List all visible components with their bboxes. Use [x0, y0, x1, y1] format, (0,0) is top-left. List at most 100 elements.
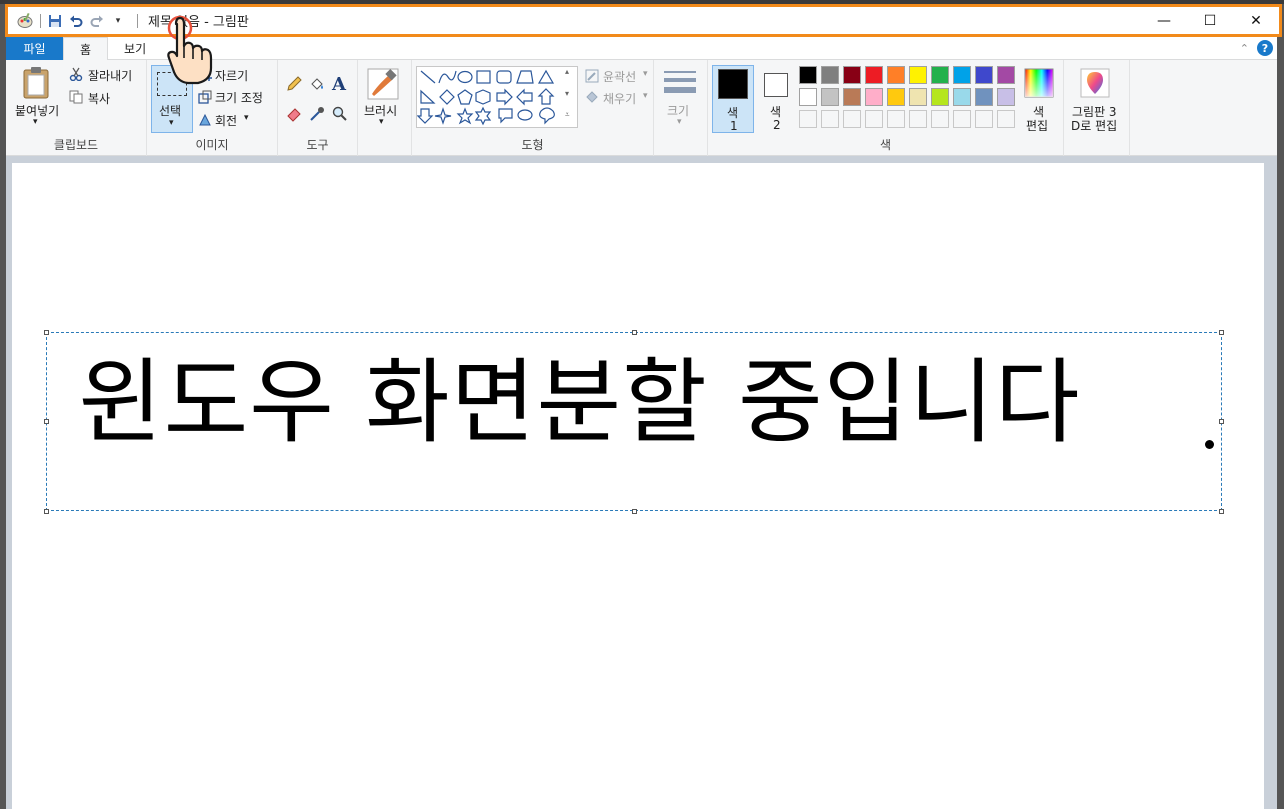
undo-icon[interactable] — [68, 13, 84, 29]
magnifier-icon[interactable] — [332, 106, 348, 125]
collapse-ribbon-icon[interactable]: ⌃ — [1240, 42, 1249, 55]
scissors-icon[interactable] — [69, 67, 83, 84]
palette-swatch[interactable] — [953, 88, 971, 106]
palette-swatch[interactable] — [821, 66, 839, 84]
selection-handle[interactable] — [1219, 419, 1224, 424]
palette-swatch[interactable] — [799, 66, 817, 84]
selection-handle[interactable] — [1219, 330, 1224, 335]
crop-button[interactable]: 자르기 — [215, 67, 248, 84]
edit-colors-icon[interactable] — [1024, 68, 1054, 101]
tab-file[interactable]: 파일 — [6, 36, 63, 60]
size-icon[interactable] — [664, 70, 696, 99]
selection-handle[interactable] — [44, 509, 49, 514]
color1-button[interactable]: 색 1 — [712, 65, 754, 133]
resize-icon[interactable] — [198, 90, 212, 107]
customize-toolbar-icon[interactable]: ▾ — [110, 13, 126, 29]
pencil-icon[interactable] — [286, 76, 302, 95]
custom-color-swatch[interactable] — [997, 110, 1015, 128]
resize-button[interactable]: 크기 조정 — [215, 89, 263, 106]
palette-swatch[interactable] — [865, 66, 883, 84]
selection-handle[interactable] — [632, 509, 637, 514]
fill-bucket-icon[interactable] — [309, 76, 325, 95]
palette-swatch[interactable] — [843, 88, 861, 106]
shapes-scroll-up-icon[interactable]: ▴ — [565, 67, 569, 76]
custom-color-swatch[interactable] — [887, 110, 905, 128]
paint-app-icon[interactable] — [16, 12, 34, 30]
canvas-text[interactable]: 윈도우 화면분할 중입니다 — [78, 352, 1081, 453]
palette-swatch[interactable] — [909, 88, 927, 106]
palette-swatch[interactable] — [997, 88, 1015, 106]
shapes-icons[interactable] — [416, 67, 577, 127]
custom-color-swatch[interactable] — [953, 110, 971, 128]
outline-dropdown-icon[interactable]: ▾ — [643, 69, 648, 79]
outline-icon[interactable] — [585, 69, 599, 86]
rotate-button[interactable]: 회전 — [215, 112, 237, 129]
custom-color-swatch[interactable] — [799, 110, 817, 128]
size-group: 크기 ▾ — [654, 60, 708, 156]
maximize-button[interactable]: ☐ — [1187, 7, 1233, 34]
tab-home[interactable]: 홈 — [63, 36, 109, 61]
fill-dropdown-icon[interactable]: ▾ — [643, 91, 648, 101]
custom-color-swatch[interactable] — [843, 110, 861, 128]
redo-icon[interactable] — [89, 13, 105, 29]
help-icon[interactable]: ? — [1257, 40, 1273, 56]
fill-button[interactable]: 채우기 — [603, 90, 636, 107]
color2-button[interactable]: 색 2 — [760, 65, 798, 133]
palette-swatch[interactable] — [821, 88, 839, 106]
brushes-group: 브러시 ▾ — [358, 60, 412, 156]
tab-view[interactable]: 보기 — [108, 37, 162, 60]
size-dropdown-icon[interactable]: ▾ — [677, 117, 682, 127]
palette-swatch[interactable] — [909, 66, 927, 84]
brushes-dropdown-icon[interactable]: ▾ — [379, 117, 384, 127]
brush-icon[interactable] — [367, 68, 399, 103]
paint3d-icon[interactable] — [1080, 68, 1110, 101]
custom-color-swatch[interactable] — [865, 110, 883, 128]
select-label: 선택 — [159, 104, 182, 118]
eraser-icon[interactable] — [286, 106, 302, 125]
palette-swatch[interactable] — [887, 66, 905, 84]
palette-swatch[interactable] — [843, 66, 861, 84]
desktop-right-edge — [1277, 4, 1284, 809]
cut-button[interactable]: 잘라내기 — [88, 67, 132, 84]
paste-icon[interactable] — [22, 66, 52, 103]
color-picker-icon[interactable] — [309, 106, 325, 125]
close-button[interactable]: ✕ — [1233, 7, 1279, 34]
selection-handle[interactable] — [1219, 509, 1224, 514]
outline-button[interactable]: 윤곽선 — [603, 68, 636, 85]
paste-dropdown-icon[interactable]: ▾ — [33, 117, 38, 127]
color1-swatch — [718, 69, 748, 99]
rotate-dropdown-icon[interactable]: ▾ — [244, 113, 249, 123]
palette-swatch[interactable] — [799, 88, 817, 106]
custom-color-swatch[interactable] — [909, 110, 927, 128]
text-cursor-dot — [1205, 440, 1214, 449]
paint3d-button[interactable]: D로 편집 — [1071, 117, 1117, 134]
paint3d-group: 그림판 3 D로 편집 — [1064, 60, 1130, 156]
shapes-expand-icon[interactable]: ⩡ — [565, 110, 570, 120]
save-icon[interactable] — [47, 13, 63, 29]
palette-swatch[interactable] — [997, 66, 1015, 84]
selection-handle[interactable] — [632, 330, 637, 335]
palette-swatch[interactable] — [975, 88, 993, 106]
text-tool-icon[interactable]: A — [332, 74, 346, 95]
shapes-group: ▴ ▾ ⩡ 윤곽선 ▾ 채우기 ▾ 도형 — [412, 60, 654, 156]
edit-colors-button[interactable]: 편집 — [1026, 117, 1048, 134]
palette-swatch[interactable] — [887, 88, 905, 106]
custom-color-swatch[interactable] — [931, 110, 949, 128]
palette-swatch[interactable] — [931, 66, 949, 84]
shapes-scroll-down-icon[interactable]: ▾ — [565, 89, 569, 98]
selection-handle[interactable] — [44, 419, 49, 424]
custom-color-swatch[interactable] — [975, 110, 993, 128]
custom-color-swatch[interactable] — [821, 110, 839, 128]
selection-handle[interactable] — [44, 330, 49, 335]
palette-swatch[interactable] — [865, 88, 883, 106]
rotate-icon[interactable] — [198, 112, 212, 129]
select-dropdown-icon: ▾ — [169, 118, 174, 128]
palette-swatch[interactable] — [931, 88, 949, 106]
minimize-button[interactable]: — — [1141, 7, 1187, 34]
palette-swatch[interactable] — [953, 66, 971, 84]
tools-group-label: 도구 — [306, 138, 329, 152]
fill-icon[interactable] — [585, 90, 599, 107]
copy-icon[interactable] — [69, 90, 83, 107]
palette-swatch[interactable] — [975, 66, 993, 84]
copy-button[interactable]: 복사 — [88, 90, 110, 107]
